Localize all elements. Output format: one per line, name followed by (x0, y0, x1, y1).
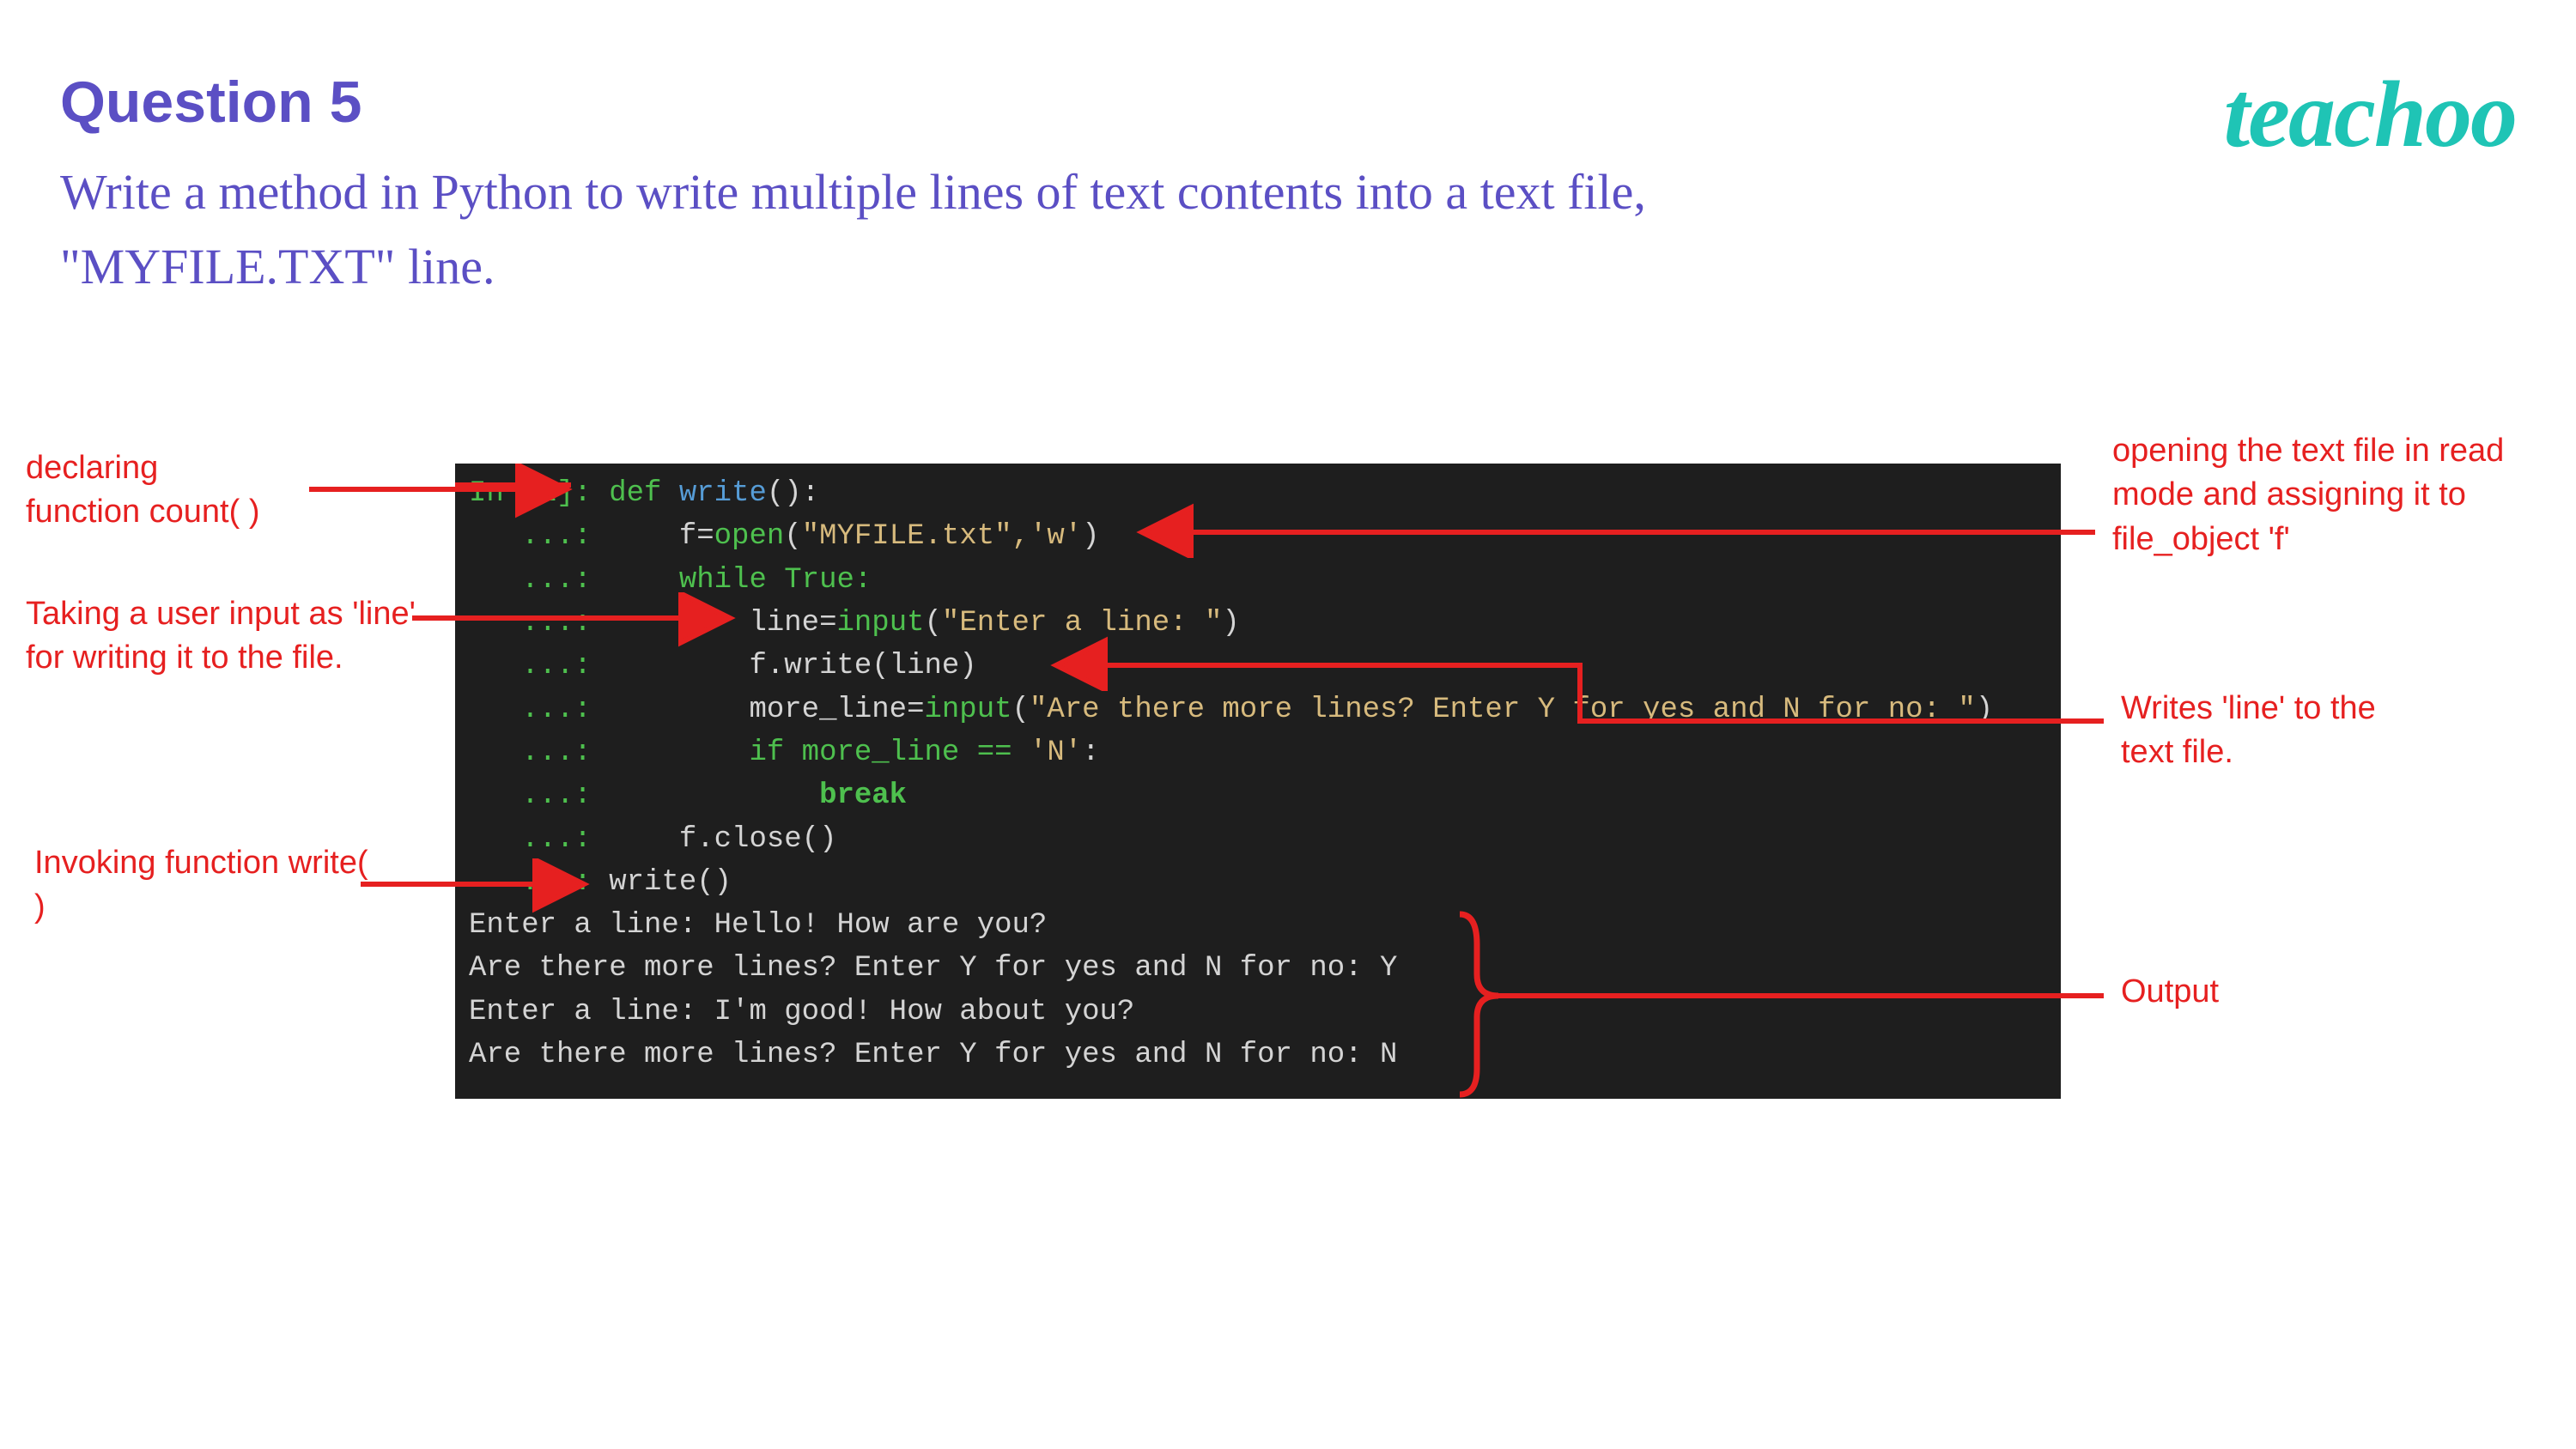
annotation-arrows (0, 0, 2576, 1449)
